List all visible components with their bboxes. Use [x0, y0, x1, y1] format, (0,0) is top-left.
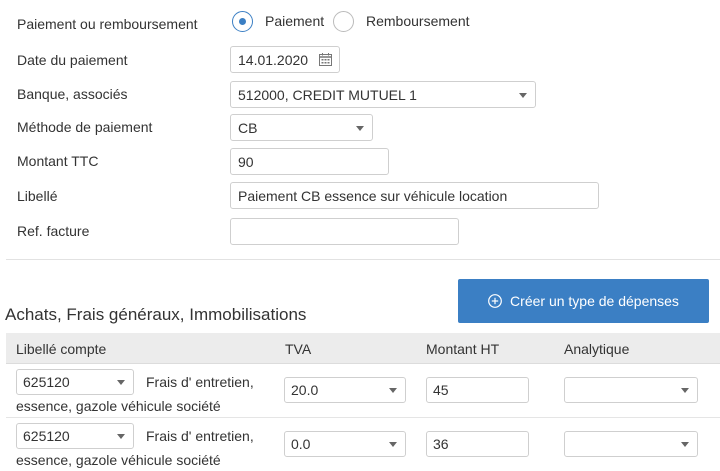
plus-circle-icon: [488, 294, 502, 308]
amount-ht-value: 45: [433, 382, 449, 398]
analytic-select[interactable]: [564, 431, 698, 457]
payment-method-value: CB: [238, 119, 258, 136]
chevron-down-icon: [117, 434, 125, 439]
table-row: Frais d' entretien, essence, gazole véhi…: [6, 364, 720, 418]
create-expense-type-button[interactable]: Créer un type de dépenses: [458, 279, 709, 323]
payment-method-select[interactable]: CB: [230, 114, 373, 141]
section-divider: [6, 259, 720, 260]
invoice-ref-input[interactable]: [230, 218, 459, 245]
payment-date-label: Date du paiement: [17, 52, 128, 68]
expenses-section-title: Achats, Frais généraux, Immobilisations: [5, 305, 307, 324]
account-desc-line2: essence, gazole véhicule société: [16, 398, 221, 414]
chevron-down-icon: [681, 442, 689, 447]
amount-ttc-label: Montant TTC: [17, 153, 99, 169]
account-select[interactable]: 625120: [16, 423, 134, 449]
description-label: Libellé: [17, 188, 58, 204]
payment-radio[interactable]: [232, 11, 253, 32]
payment-date-value: 14.01.2020: [238, 51, 309, 68]
payment-type-label: Paiement ou remboursement: [17, 16, 198, 32]
bank-value: 512000, CREDIT MUTUEL 1: [238, 86, 417, 103]
account-value: 625120: [23, 428, 70, 444]
vat-value: 0.0: [291, 436, 311, 452]
payment-date-input[interactable]: 14.01.2020: [230, 46, 340, 73]
calendar-icon[interactable]: [319, 53, 332, 66]
chevron-down-icon: [117, 380, 125, 385]
account-value: 625120: [23, 374, 70, 390]
amount-ht-value: 36: [433, 436, 449, 452]
amount-ttc-input[interactable]: 90: [230, 148, 389, 175]
chevron-down-icon: [356, 125, 364, 131]
account-desc-line2: essence, gazole véhicule société: [16, 452, 221, 468]
table-row: Frais d' entretien, essence, gazole véhi…: [6, 418, 720, 471]
account-select[interactable]: 625120: [16, 369, 134, 395]
vat-value: 20.0: [291, 382, 319, 398]
vat-select[interactable]: 0.0: [284, 431, 406, 457]
expenses-table-header: Libellé compte TVA Montant HT Analytique: [6, 333, 720, 364]
invoice-ref-label: Ref. facture: [17, 223, 90, 239]
create-expense-type-label: Créer un type de dépenses: [510, 293, 679, 309]
refund-radio[interactable]: [333, 11, 354, 32]
bank-label: Banque, associés: [17, 86, 128, 102]
payment-method-label: Méthode de paiement: [17, 119, 153, 135]
column-header-amount-ht: Montant HT: [426, 341, 500, 357]
account-desc-line1: Frais d' entretien,: [146, 428, 254, 444]
analytic-select[interactable]: [564, 377, 698, 403]
column-header-vat: TVA: [285, 341, 312, 357]
column-header-analytic: Analytique: [564, 341, 630, 357]
bank-select[interactable]: 512000, CREDIT MUTUEL 1: [230, 81, 536, 108]
vat-select[interactable]: 20.0: [284, 377, 406, 403]
amount-ht-input[interactable]: 36: [426, 431, 529, 457]
payment-radio-label[interactable]: Paiement: [265, 13, 324, 29]
chevron-down-icon: [389, 388, 397, 393]
account-desc-line1: Frais d' entretien,: [146, 374, 254, 390]
chevron-down-icon: [519, 92, 527, 98]
amount-ht-input[interactable]: 45: [426, 377, 529, 403]
amount-ttc-value: 90: [238, 153, 254, 170]
chevron-down-icon: [389, 442, 397, 447]
column-header-account: Libellé compte: [16, 341, 107, 357]
description-value: Paiement CB essence sur véhicule locatio…: [238, 187, 508, 204]
chevron-down-icon: [681, 388, 689, 393]
refund-radio-label[interactable]: Remboursement: [366, 13, 470, 29]
description-input[interactable]: Paiement CB essence sur véhicule locatio…: [230, 182, 599, 209]
